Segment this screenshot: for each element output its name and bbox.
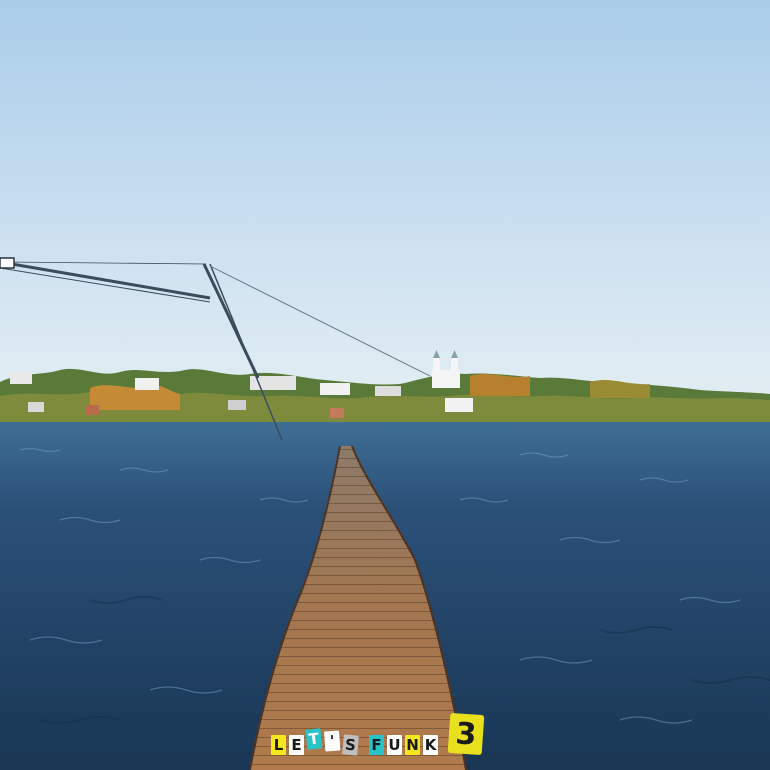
- logo-letter: S: [342, 734, 359, 756]
- lake-photo: [0, 0, 770, 770]
- logo-letter: F: [369, 735, 384, 755]
- logo-letter: K: [423, 735, 438, 755]
- logo-letter: T: [305, 728, 323, 750]
- logo-letter: U: [387, 735, 402, 755]
- logo-number: 3: [447, 712, 485, 756]
- logo-letter: L: [271, 735, 286, 755]
- logo-letter: N: [405, 735, 420, 755]
- lake-scene: L E T ' S F U N K 3: [0, 0, 770, 770]
- logo-letter: ': [324, 730, 341, 752]
- sky: [0, 0, 770, 425]
- logo-letter: E: [289, 735, 304, 755]
- lets-funk-logo: L E T ' S F U N K 3: [271, 712, 485, 756]
